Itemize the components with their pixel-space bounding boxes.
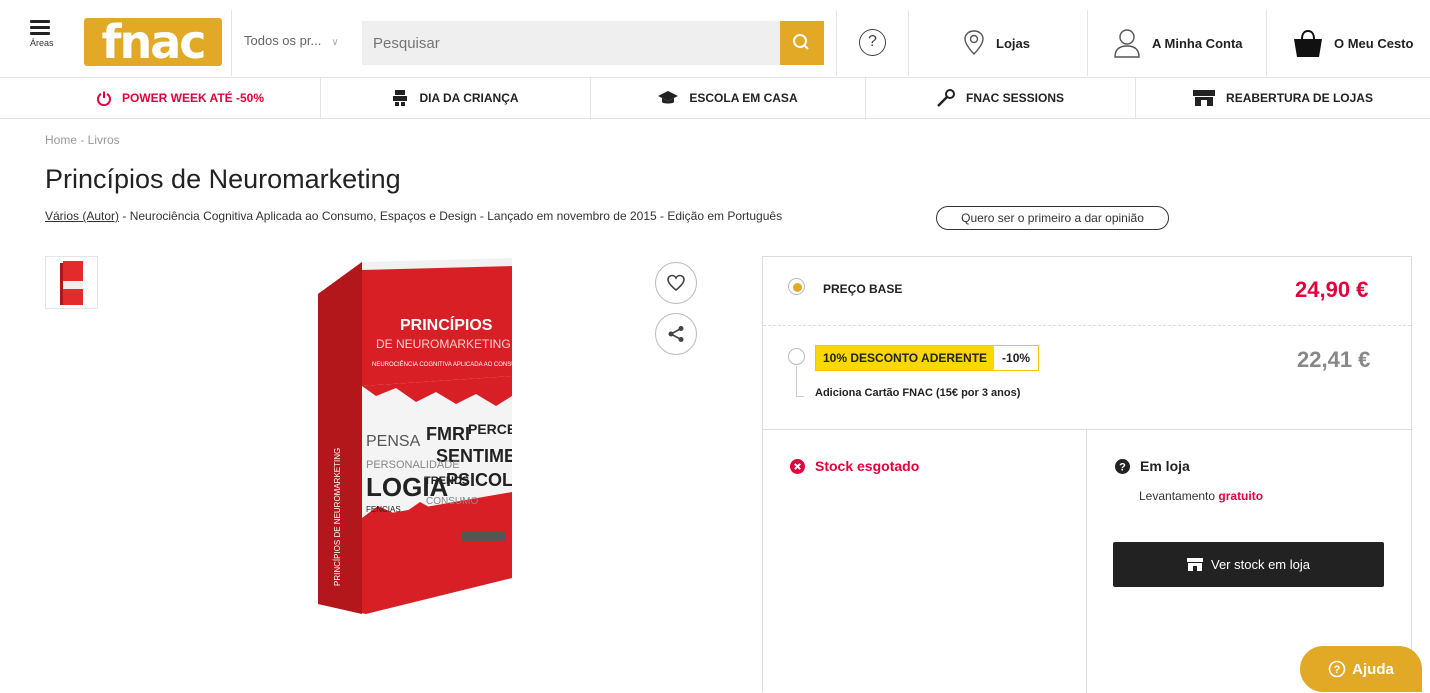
stock-status-label: Stock esgotado [815,458,920,474]
nav-label: DIA DA CRIANÇA [419,91,519,105]
in-store-label: Em loja [1140,458,1190,474]
toy-icon [393,90,408,106]
heart-icon [667,274,685,292]
svg-text:?: ? [1334,664,1341,676]
divider [231,10,232,76]
stock-status: Stock esgotado [790,458,919,474]
stores-link[interactable]: Lojas [962,23,1030,63]
divider [908,10,909,76]
pickup-free: gratuito [1218,489,1264,503]
category-select[interactable]: Todos os pr... ∨ [244,33,339,48]
nav-escola-em-casa[interactable]: ESCOLA EM CASA [590,78,865,118]
chevron-down-icon: ∨ [331,37,339,48]
share-button[interactable] [655,313,697,355]
member-card-note: Adiciona Cartão FNAC (15€ por 3 anos) [815,387,1021,399]
breadcrumb[interactable]: Home - Livros [45,133,120,147]
page-title: Princípios de Neuromarketing [45,164,401,194]
help-chat-button[interactable]: ? Ajuda [1300,646,1422,692]
book-thumbnail-image [60,261,83,305]
svg-text:DE NEUROMARKETING: DE NEUROMARKETING [376,337,511,351]
nav-fnac-sessions[interactable]: FNAC SESSIONS [865,78,1135,118]
svg-text:PRINCÍPIOS DE NEUROMARKETING: PRINCÍPIOS DE NEUROMARKETING [333,448,342,586]
svg-text:PERSONALIDADE: PERSONALIDADE [366,459,460,471]
power-icon [97,91,111,106]
stores-label: Lojas [996,35,1030,51]
pickup-text: Levantamento [1139,489,1219,503]
share-icon [668,326,684,342]
in-store-header: ? Em loja [1115,458,1190,474]
base-price-label: PREÇO BASE [823,282,903,296]
base-price-radio[interactable] [788,278,805,295]
product-meta: Vários (Autor) - Neurociência Cognitiva … [45,209,782,223]
member-price-radio[interactable] [788,348,805,365]
svg-text:PSICOLO: PSICOLO [446,470,512,490]
divider [1087,10,1088,76]
nav-label: ESCOLA EM CASA [689,91,798,105]
svg-text:?: ? [1119,461,1126,473]
member-price-value: 22,41 € [1297,347,1371,372]
question-circle-icon[interactable]: ? [1115,458,1130,474]
search-input[interactable] [363,22,779,64]
promo-nav: POWER WEEK ATÉ -50% DIA DA CRIANÇA ESCOL… [0,77,1430,119]
divider [1266,10,1267,76]
svg-text:FENCIAS: FENCIAS [366,505,401,514]
nav-label: FNAC SESSIONS [965,91,1064,105]
svg-text:CONSUMO: CONSUMO [426,496,478,507]
top-header: Áreas fnac Todos os pr...∨ ? Lojas A Min… [0,0,1430,77]
svg-text:PERCE: PERCE [468,421,512,437]
areas-label: Áreas [30,38,54,48]
account-label: A Minha Conta [1152,35,1243,51]
check-store-stock-button[interactable]: Ver stock em loja [1113,542,1384,587]
help-icon[interactable]: ? [859,29,886,56]
divider [763,325,1411,326]
base-price-value: 24,90 € [1295,277,1369,302]
question-circle-icon: ? [1328,660,1346,678]
check-store-stock-label: Ver stock em loja [1211,557,1310,572]
favorite-button[interactable] [655,262,697,304]
nav-label: POWER WEEK ATÉ -50% [121,91,264,105]
help-chat-label: Ajuda [1352,660,1394,678]
author-link[interactable]: Vários (Autor) [45,209,119,223]
nav-dia-da-crianca[interactable]: DIA DA CRIANÇA [320,78,590,118]
basket-link[interactable]: O Meu Cesto [1292,23,1413,63]
basket-label: O Meu Cesto [1334,35,1414,51]
svg-text:FMRI: FMRI [426,424,470,444]
svg-text:NEUROCIÊNCIA COGNITIVA APLICAD: NEUROCIÊNCIA COGNITIVA APLICADA AO CONSU… [372,360,512,368]
search-box [362,21,780,65]
divider [763,429,1411,430]
divider [1086,429,1087,693]
discount-percent: -10% [994,346,1039,370]
discount-label: 10% DESCONTO ADERENTE [816,346,995,370]
thumbnail[interactable] [45,256,98,309]
user-icon [1114,29,1140,58]
product-details: - Neurociência Cognitiva Aplicada ao Con… [119,209,783,223]
error-circle-icon [790,458,805,474]
write-review-button[interactable]: Quero ser o primeiro a dar opinião [936,206,1169,230]
svg-text:PENSA: PENSA [366,433,421,450]
connector-line [796,366,797,396]
nav-power-week[interactable]: POWER WEEK ATÉ -50% [45,78,315,118]
member-discount-badge: 10% DESCONTO ADERENTE -10% [815,345,1040,371]
microphone-icon [937,89,955,107]
store-icon [1187,558,1203,571]
hamburger-icon [30,20,60,35]
fnac-logo[interactable]: fnac [84,15,222,69]
pickup-info: Levantamento gratuito [1139,489,1263,503]
basket-icon [1294,29,1322,57]
divider [836,10,837,76]
store-icon [1193,90,1216,106]
book-cover-image: PRINCÍPIOS DE NEUROMARKETING NEUROCIÊNCI… [318,258,588,614]
areas-menu-button[interactable]: Áreas [30,20,60,70]
account-link[interactable]: A Minha Conta [1112,23,1243,63]
nav-reabertura-de-lojas[interactable]: REABERTURA DE LOJAS [1135,78,1430,118]
product-image[interactable]: PRINCÍPIOS DE NEUROMARKETING NEUROCIÊNCI… [316,256,588,620]
location-pin-icon [964,30,984,55]
connector-line [796,396,804,397]
search-icon [793,34,809,50]
svg-text:PRINCÍPIOS: PRINCÍPIOS [400,315,493,334]
graduation-cap-icon [658,91,679,104]
nav-label: REABERTURA DE LOJAS [1226,91,1373,105]
search-button[interactable] [780,21,824,65]
buy-panel [762,256,1412,693]
